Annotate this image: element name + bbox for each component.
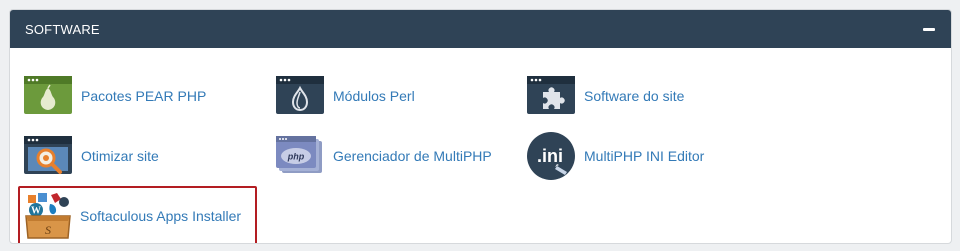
item-pacotes-pear-php[interactable]: Pacotes PEAR PHP xyxy=(24,72,206,120)
item-gerenciador-multiphp[interactable]: php Gerenciador de MultiPHP xyxy=(276,132,492,180)
php-icon-text: php xyxy=(287,152,305,162)
item-label: MultiPHP INI Editor xyxy=(584,148,705,164)
item-label: Otimizar site xyxy=(81,148,159,164)
onion-icon xyxy=(276,76,324,116)
minus-icon xyxy=(923,27,935,31)
item-multiphp-ini-editor[interactable]: .ini MultiPHP INI Editor xyxy=(527,132,704,180)
panel-header[interactable]: SOFTWARE xyxy=(10,10,951,48)
magnifier-gear-icon xyxy=(24,136,72,176)
item-otimizar-site[interactable]: Otimizar site xyxy=(24,132,159,180)
puzzle-icon xyxy=(527,76,575,116)
ini-icon-text: .ini xyxy=(537,146,563,166)
item-softaculous-apps-installer[interactable]: W S Softaculous Apps Installer xyxy=(18,186,257,243)
item-label: Pacotes PEAR PHP xyxy=(81,88,207,104)
pear-icon xyxy=(24,76,72,116)
item-label: Softaculous Apps Installer xyxy=(80,208,242,224)
software-grid: Pacotes PEAR PHP Módulos Perl Software d… xyxy=(10,48,951,243)
item-modulos-perl[interactable]: Módulos Perl xyxy=(276,72,415,120)
software-panel: SOFTWARE Pacotes PEAR PHP Módulos Perl S… xyxy=(9,9,952,244)
collapse-button[interactable] xyxy=(921,21,937,37)
svg-text:S: S xyxy=(45,223,51,237)
softaculous-icon: W S xyxy=(24,192,72,240)
item-label: Gerenciador de MultiPHP xyxy=(333,148,492,164)
ini-file-icon: .ini xyxy=(527,132,575,180)
svg-text:W: W xyxy=(31,206,41,217)
item-label: Módulos Perl xyxy=(333,88,415,104)
php-icon: php xyxy=(276,136,324,176)
item-label: Software do site xyxy=(584,88,685,104)
panel-title: SOFTWARE xyxy=(25,21,100,37)
item-software-do-site[interactable]: Software do site xyxy=(527,72,684,120)
